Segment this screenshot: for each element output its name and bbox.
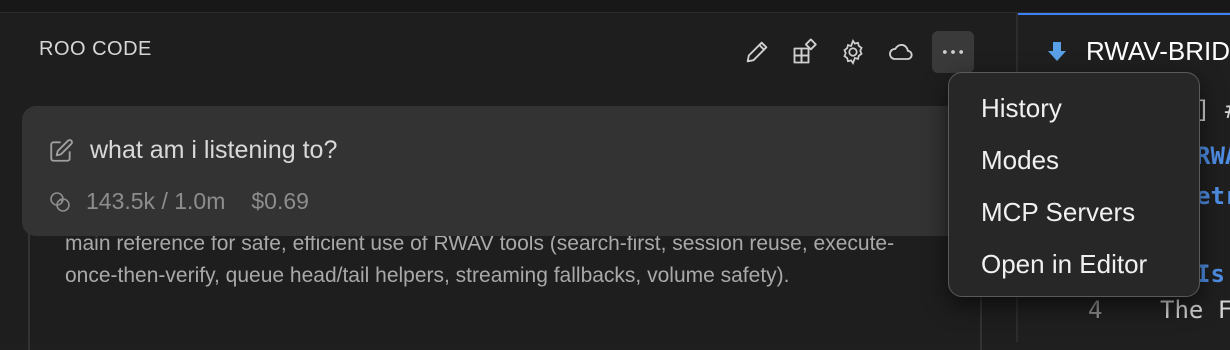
context-icon [50, 191, 70, 212]
editor-tab-label: RWAV-BRID [1086, 36, 1230, 66]
task-title: what am i listening to? [90, 136, 338, 164]
edit-icon[interactable] [48, 138, 74, 164]
code-snippet: The F [1160, 296, 1230, 324]
menu-item-mcp-servers[interactable]: MCP Servers [949, 189, 1199, 241]
cloud-icon[interactable] [884, 35, 918, 69]
code-snippet: Is [1196, 260, 1225, 288]
line-number: 4 [1088, 296, 1103, 324]
more-icon[interactable] [932, 31, 974, 73]
panel-toolbar [740, 30, 974, 74]
task-title-row: what am i listening to? [48, 136, 337, 165]
message-text: main reference for safe, efficient use o… [65, 232, 895, 287]
marketplace-icon[interactable] [788, 35, 822, 69]
code-snippet: ] # [1196, 96, 1230, 124]
gear-icon[interactable] [836, 35, 870, 69]
download-file-icon [1048, 42, 1066, 61]
more-menu: History Modes MCP Servers Open in Editor [948, 72, 1200, 297]
code-snippet: etr [1196, 182, 1230, 210]
code-snippet: RWA [1196, 142, 1230, 170]
menu-item-history[interactable]: History [949, 85, 1199, 137]
token-usage: 143.5k / 1.0m [86, 188, 226, 214]
task-stats: 143.5k / 1.0m $0.69 [48, 188, 309, 215]
window-top-border [0, 0, 1230, 13]
menu-item-open-in-editor[interactable]: Open in Editor [949, 241, 1199, 293]
panel-title: ROO CODE [39, 38, 152, 60]
pencil-icon[interactable] [740, 35, 774, 69]
menu-item-modes[interactable]: Modes [949, 137, 1199, 189]
task-header-card[interactable]: what am i listening to? 143.5k / 1.0m $0… [22, 106, 982, 236]
task-cost: $0.69 [251, 188, 309, 214]
